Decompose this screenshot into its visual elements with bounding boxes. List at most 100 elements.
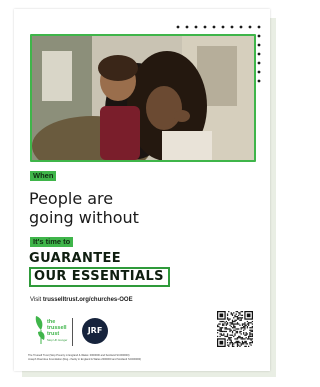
qr-module (226, 318, 229, 320)
qr-module (251, 334, 253, 336)
qr-module (234, 323, 236, 325)
qr-module (229, 342, 231, 344)
qr-module (241, 327, 244, 329)
qr-module (236, 340, 239, 343)
qr-module (239, 335, 241, 338)
qr-module (221, 320, 224, 323)
qr-module (228, 344, 230, 346)
qr-module (236, 323, 239, 325)
qr-module (229, 318, 231, 320)
qr-module (246, 338, 249, 340)
qr-module (231, 344, 234, 346)
qr-module (235, 330, 237, 333)
qr-module (223, 330, 225, 333)
qr-module (250, 322, 252, 324)
visit-prefix: Visit (30, 297, 43, 303)
qr-module (249, 332, 251, 334)
qr-module (236, 315, 239, 318)
qr-module (238, 314, 240, 316)
qr-module (250, 333, 252, 335)
qr-module (248, 345, 250, 347)
qr-module (233, 324, 235, 326)
visit-url-link[interactable]: trusselltrust.org/churches-OOE (43, 297, 133, 303)
qr-module (238, 318, 240, 320)
qr-module (233, 335, 235, 338)
qr-module (233, 323, 235, 325)
qr-module (249, 327, 251, 329)
qr-module (228, 311, 230, 313)
qr-module (219, 323, 221, 325)
qr-module (229, 322, 231, 324)
qr-module (239, 319, 241, 321)
qr-module (235, 313, 237, 315)
qr-module (245, 340, 247, 343)
qr-module (240, 337, 242, 339)
qr-module (226, 322, 229, 324)
qr-module (234, 338, 236, 340)
qr-module (235, 342, 237, 344)
qr-module (244, 340, 246, 343)
qr-module (239, 324, 241, 326)
qr-module (240, 328, 242, 330)
qr-module (239, 342, 241, 344)
qr-module (245, 343, 247, 345)
qr-module (225, 330, 227, 333)
qr-module (250, 342, 252, 344)
qr-module (228, 318, 230, 320)
qr-module (244, 323, 246, 325)
qr-module (229, 329, 231, 331)
qr-module (229, 337, 231, 339)
qr-module (240, 344, 242, 346)
qr-module (230, 340, 232, 343)
qr-module (225, 320, 227, 323)
qr-module (238, 340, 240, 343)
qr-module (224, 322, 226, 324)
qr-module (220, 333, 222, 335)
pattern-dot (212, 25, 216, 29)
qr-code-icon[interactable] (217, 311, 253, 347)
qr-module (241, 323, 244, 325)
qr-module (246, 320, 249, 323)
qr-module (241, 340, 244, 343)
qr-module (226, 314, 229, 316)
qr-module (229, 338, 231, 340)
qr-module (234, 342, 236, 344)
qr-module (233, 320, 235, 323)
qr-module (236, 332, 239, 334)
qr-module (226, 344, 229, 346)
qr-module (221, 330, 224, 333)
qr-module (219, 333, 221, 335)
qr-module (248, 322, 250, 324)
qr-module (241, 337, 244, 339)
qr-module (238, 328, 240, 330)
qr-module (228, 345, 230, 347)
qr-module (233, 329, 235, 331)
qr-module (235, 315, 237, 318)
qr-module (226, 342, 229, 344)
qr-module (226, 339, 229, 341)
qr-module (221, 334, 224, 336)
qr-module (251, 342, 253, 344)
pattern-dot (257, 34, 261, 38)
qr-module (251, 335, 253, 338)
qr-module (239, 337, 241, 339)
qr-module (221, 327, 224, 329)
jrf-logo-icon: JRF (82, 318, 108, 344)
qr-module (249, 343, 251, 345)
qr-module (231, 323, 234, 325)
pattern-dot (239, 25, 243, 29)
qr-module (239, 332, 241, 334)
qr-module (245, 334, 247, 336)
qr-module (220, 328, 222, 330)
pattern-dot (185, 25, 189, 29)
qr-module (218, 323, 220, 325)
qr-module (225, 323, 227, 325)
qr-module (229, 334, 231, 336)
qr-module (236, 322, 239, 324)
qr-module (238, 335, 240, 338)
qr-module (240, 338, 242, 340)
qr-module (236, 330, 239, 333)
qr-module (246, 333, 249, 335)
qr-module (243, 327, 245, 329)
qr-module (250, 338, 252, 340)
